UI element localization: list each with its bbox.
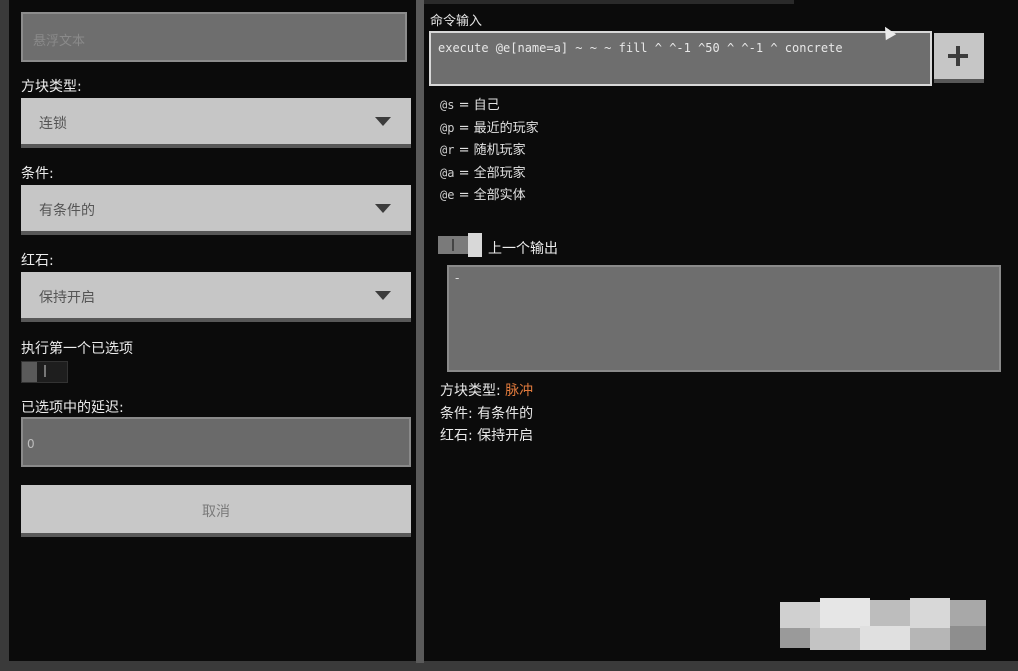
frame-border-left (0, 0, 9, 671)
command-panel: 命令输入 execute @e[name=a] ~ ~ ~ fill ^ ^-1… (424, 0, 1018, 661)
condition-dropdown[interactable]: 有条件的 (21, 185, 411, 235)
watermark-mosaic (780, 598, 990, 650)
command-block-screen: 悬浮文本 方块类型: 连锁 条件: 有条件的 红石: 保持开启 执行第一个已选项… (0, 0, 1018, 671)
panel-divider (416, 0, 424, 663)
block-type-value: 连锁 (39, 116, 67, 132)
hover-text-input[interactable]: 悬浮文本 (21, 12, 407, 62)
selector-item: @r = 随机玩家 (440, 143, 526, 158)
delay-value: 0 (27, 437, 35, 451)
redstone-value: 保持开启 (39, 290, 95, 306)
hover-text-placeholder: 悬浮文本 (33, 34, 86, 49)
selector-help-list: @s = 自己 @p = 最近的玩家 @r = 随机玩家 @a = 全部玩家 @… (440, 94, 539, 207)
previous-output-text: - (455, 271, 460, 285)
add-button[interactable] (934, 33, 984, 83)
redstone-dropdown[interactable]: 保持开启 (21, 272, 411, 322)
block-type-label: 方块类型: (21, 79, 82, 95)
info-condition: 条件: 有条件的 (440, 405, 534, 422)
block-type-dropdown[interactable]: 连锁 (21, 98, 411, 148)
block-info: 方块类型: 脉冲 条件: 有条件的 红石: 保持开启 (440, 380, 533, 448)
redstone-label: 红石: (21, 253, 54, 269)
frame-border-bottom (0, 661, 1018, 671)
condition-value: 有条件的 (39, 203, 95, 219)
cancel-label: 取消 (202, 504, 230, 520)
delay-label: 已选项中的延迟: (21, 400, 124, 416)
previous-output-box: - (447, 265, 1001, 372)
condition-label: 条件: (21, 166, 54, 182)
settings-panel: 悬浮文本 方块类型: 连锁 条件: 有条件的 红石: 保持开启 执行第一个已选项… (9, 0, 416, 661)
command-text: execute @e[name=a] ~ ~ ~ fill ^ ^-1 ^50 … (438, 41, 843, 55)
previous-output-toggle[interactable] (438, 233, 483, 257)
selector-item: @s = 自己 (440, 98, 500, 113)
execute-first-toggle[interactable] (21, 361, 68, 383)
chevron-down-icon (375, 291, 391, 300)
cancel-button[interactable]: 取消 (21, 485, 411, 537)
command-input[interactable]: execute @e[name=a] ~ ~ ~ fill ^ ^-1 ^50 … (429, 31, 932, 86)
toggle-mark (44, 365, 46, 377)
toggle-knob (468, 233, 482, 257)
previous-output-label: 上一个输出 (488, 241, 558, 257)
selector-item: @e = 全部实体 (440, 188, 526, 203)
execute-first-label: 执行第一个已选项 (21, 341, 133, 357)
info-block-type: 方块类型: 脉冲 (440, 383, 534, 399)
delay-input[interactable]: 0 (21, 417, 411, 467)
chevron-down-icon (375, 204, 391, 213)
chevron-down-icon (375, 117, 391, 126)
command-input-label: 命令输入 (430, 14, 483, 29)
selector-item: @p = 最近的玩家 (440, 120, 539, 136)
selector-item: @a = 全部玩家 (440, 165, 526, 181)
toggle-knob (22, 362, 37, 382)
info-redstone: 红石: 保持开启 (440, 428, 534, 444)
